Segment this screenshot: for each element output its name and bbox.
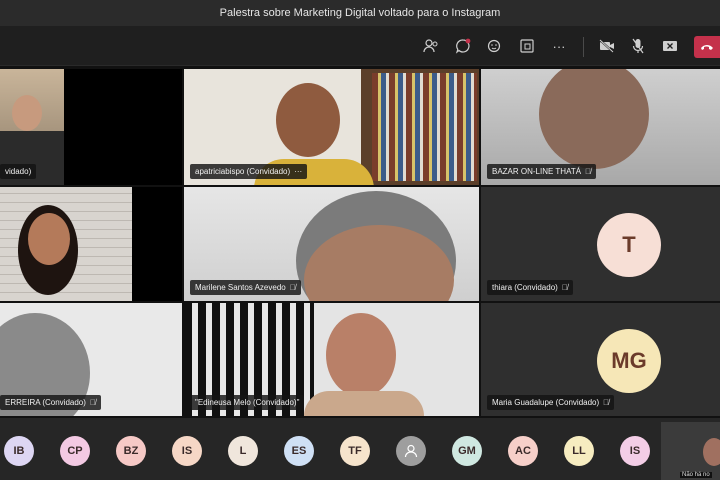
- self-face: [703, 438, 720, 466]
- hangup-button[interactable]: [694, 36, 720, 58]
- participant-name: Maria Guadalupe (Convidado): [492, 398, 600, 407]
- roster-avatar[interactable]: CP: [60, 436, 90, 466]
- participant-tile[interactable]: ERREIRA (Convidado) 🎙̸: [0, 303, 182, 416]
- camera-off-icon[interactable]: [596, 35, 618, 57]
- participant-face: [326, 313, 396, 397]
- participant-name: BAZAR ON-LINE THATÁ: [492, 167, 582, 176]
- hangup-icon: [701, 45, 713, 50]
- participant-face: [539, 69, 649, 169]
- roster-avatar[interactable]: ES: [284, 436, 314, 466]
- mic-muted-icon: 🎙̸: [603, 398, 610, 407]
- participant-name-label: "Edineusa Melo (Convidado)": [190, 395, 305, 410]
- participant-avatar: T: [597, 213, 661, 277]
- participant-face: [12, 95, 42, 131]
- avatar-initials: MG: [611, 348, 647, 373]
- avatar-initials: TF: [348, 445, 362, 457]
- person-icon: [404, 444, 418, 458]
- avatar-initials: ES: [291, 445, 307, 457]
- avatar-initials: AC: [515, 445, 531, 457]
- avatar-initials: IS: [629, 445, 641, 457]
- avatar-initials: GM: [458, 445, 476, 457]
- reactions-icon[interactable]: [484, 35, 506, 57]
- participant-name-label: apatriciabispo (Convidado) ···: [190, 164, 308, 179]
- participant-name-label: BAZAR ON-LINE THATÁ 🎙̸: [487, 164, 597, 179]
- participant-avatar: MG: [597, 329, 661, 393]
- participant-name: ERREIRA (Convidado): [5, 398, 86, 407]
- avatar-initials: T: [622, 232, 636, 257]
- participant-name: Marilene Santos Azevedo: [195, 283, 286, 292]
- participant-tile[interactable]: MG Maria Guadalupe (Convidado) 🎙̸: [481, 303, 720, 416]
- share-screen-icon[interactable]: [659, 35, 681, 57]
- participant-name-label: ERREIRA (Convidado) 🎙̸: [0, 395, 101, 410]
- participants-icon[interactable]: [420, 35, 442, 57]
- participant-face: [276, 83, 340, 157]
- meeting-title: Palestra sobre Marketing Digital voltado…: [219, 7, 501, 19]
- avatar-initials: IS: [181, 445, 193, 457]
- roster-avatar[interactable]: BZ: [116, 436, 146, 466]
- mic-muted-icon: 🎙̸: [585, 167, 592, 176]
- participant-name-label: Maria Guadalupe (Convidado) 🎙̸: [487, 395, 615, 410]
- participant-tile[interactable]: T thiara (Convidado) 🎙̸: [481, 187, 720, 301]
- tile-more-icon[interactable]: ···: [294, 164, 302, 179]
- roster-avatar[interactable]: IS: [620, 436, 650, 466]
- toolbar-divider: [583, 37, 584, 57]
- participant-video: [0, 187, 132, 301]
- mic-muted-icon: 🎙̸: [89, 398, 96, 407]
- mic-muted-icon: 🎙̸: [289, 283, 296, 292]
- participant-name-label: thiara (Convidado) 🎙̸: [487, 280, 573, 295]
- roster-avatar[interactable]: [396, 436, 426, 466]
- roster-avatar[interactable]: IS: [172, 436, 202, 466]
- more-actions-icon[interactable]: ···: [548, 35, 570, 57]
- more-actions-label: ···: [552, 38, 566, 54]
- avatar-initials: CP: [67, 445, 83, 457]
- participant-tile[interactable]: vidado): [0, 69, 182, 185]
- participant-tile[interactable]: Marilene Santos Azevedo 🎙̸: [184, 187, 479, 301]
- participant-tile[interactable]: BAZAR ON-LINE THATÁ 🎙̸: [481, 69, 720, 185]
- participant-tile[interactable]: [0, 187, 182, 301]
- avatar-initials: L: [239, 445, 247, 457]
- roster-avatar[interactable]: GM: [452, 436, 482, 466]
- participant-face: [28, 213, 70, 265]
- video-grid: vidado) apatriciabispo (Convidado) ··· BA…: [0, 66, 720, 418]
- roster-avatar[interactable]: IB: [4, 436, 34, 466]
- window-title-bar: Palestra sobre Marketing Digital voltado…: [0, 0, 720, 26]
- participant-name: "Edineusa Melo (Convidado)": [195, 398, 300, 407]
- participant-roster-bar: IB CP BZ IS L ES TF GM AC LL IS: [0, 418, 720, 480]
- avatar-initials: IB: [13, 445, 25, 457]
- participant-name: apatriciabispo (Convidado): [195, 167, 291, 176]
- mic-off-icon[interactable]: [627, 35, 649, 57]
- roster-avatar[interactable]: AC: [508, 436, 538, 466]
- participant-tile[interactable]: "Edineusa Melo (Convidado)": [184, 303, 479, 416]
- roster-avatar[interactable]: LL: [564, 436, 594, 466]
- participant-name-label: vidado): [0, 164, 37, 179]
- share-tray-icon[interactable]: [516, 35, 538, 57]
- participant-name: thiara (Convidado): [492, 283, 558, 292]
- participant-name: vidado): [5, 167, 32, 176]
- participant-tile[interactable]: apatriciabispo (Convidado) ···: [184, 69, 479, 185]
- roster-avatar[interactable]: TF: [340, 436, 370, 466]
- avatar-initials: BZ: [123, 445, 139, 457]
- participant-name-label: Marilene Santos Azevedo 🎙̸: [190, 280, 301, 295]
- mic-muted-icon: 🎙̸: [561, 283, 568, 292]
- avatar-initials: LL: [572, 445, 586, 457]
- chat-icon[interactable]: [452, 35, 474, 57]
- bookshelf-image: [372, 73, 477, 181]
- meeting-toolbar: ···: [0, 26, 720, 66]
- participant-shirt: [304, 391, 424, 416]
- roster-avatar[interactable]: L: [228, 436, 258, 466]
- self-view-caption: Não há no: [680, 472, 712, 478]
